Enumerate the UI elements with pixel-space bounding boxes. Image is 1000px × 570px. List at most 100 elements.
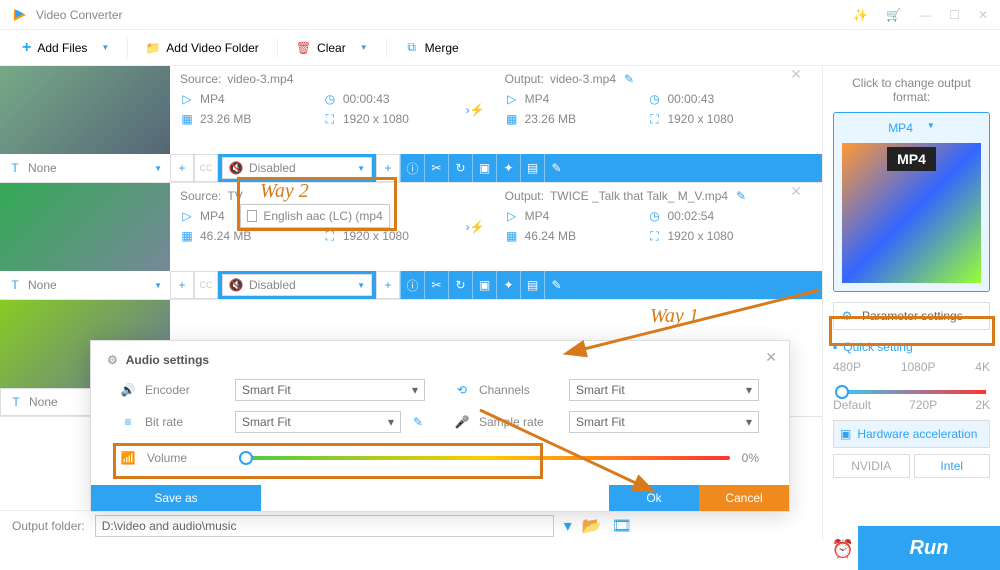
minimize-icon[interactable]: — [919, 8, 931, 22]
remove-item-icon[interactable]: ✕ [780, 183, 812, 271]
merge-button[interactable]: ⧉Merge [391, 37, 473, 59]
list-item: Source: TV ▷MP4 ◷00:02:54 ▦46.24 MB ⛶192… [0, 183, 822, 300]
alarm-icon[interactable]: ⏰ [832, 539, 854, 560]
parameter-settings-button[interactable]: ⚙Parameter settings [833, 302, 990, 330]
resolution-text: 1920 x 1080 [343, 112, 409, 126]
cc-button[interactable]: CC [194, 154, 218, 182]
checkbox-icon[interactable] [247, 210, 257, 222]
app-title: Video Converter [36, 8, 123, 22]
subtitle-value: None [29, 395, 58, 409]
info-icon[interactable]: ⓘ [400, 154, 424, 182]
remove-item-icon[interactable]: ✕ [780, 66, 812, 154]
hardware-accel-button[interactable]: ▣Hardware acceleration [833, 420, 990, 448]
trash-icon: 🗑 [296, 41, 311, 55]
resolution-icon: ⛶ [323, 112, 337, 126]
close-icon[interactable]: ✕ [978, 8, 988, 22]
chevron-down-icon[interactable]: ▾ [564, 516, 572, 536]
intel-button[interactable]: Intel [914, 454, 991, 478]
add-files-button[interactable]: +Add Files▼ [8, 35, 123, 61]
source-label: Source: [180, 189, 221, 203]
rotate-icon[interactable]: ↻ [448, 154, 472, 182]
watermark-icon[interactable]: ▤ [520, 271, 544, 299]
add-folder-button[interactable]: 📁 Add Video Folder [132, 37, 273, 59]
magic-icon[interactable]: ✨ [853, 8, 868, 22]
source-name: TV [227, 189, 242, 203]
footer: Output folder: D:\video and audio\music … [0, 510, 644, 540]
cart-icon[interactable]: 🛒 [886, 8, 901, 22]
size-text: 23.26 MB [525, 112, 576, 126]
crop-icon[interactable]: ▣ [472, 154, 496, 182]
enhance-icon[interactable]: ✎ [544, 154, 568, 182]
channels-icon: ⟲ [455, 383, 469, 397]
samplerate-select[interactable]: Smart Fit▾ [569, 411, 759, 433]
size-text: 46.24 MB [525, 229, 576, 243]
clear-button[interactable]: 🗑Clear▼ [282, 37, 382, 59]
mp4-badge: MP4 [887, 147, 936, 171]
q-1080: 1080P [901, 360, 936, 374]
film-icon[interactable]: 🎞 [612, 516, 632, 536]
enhance-icon[interactable]: ✎ [544, 271, 568, 299]
param-label: Parameter settings [862, 309, 963, 323]
add-folder-label: Add Video Folder [166, 41, 259, 55]
duration-text: 00:00:43 [667, 92, 714, 106]
info-icon[interactable]: ⓘ [400, 271, 424, 299]
subtitle-select[interactable]: TNone▼ [0, 154, 170, 182]
dialog-close-icon[interactable]: ✕ [765, 349, 777, 366]
app-logo-icon [12, 7, 28, 23]
maximize-icon[interactable]: ☐ [949, 8, 960, 22]
cc-button[interactable]: CC [194, 271, 218, 299]
effects-icon[interactable]: ✦ [496, 154, 520, 182]
bitrate-select[interactable]: Smart Fit▾ [235, 411, 401, 433]
q-2k: 2K [975, 398, 990, 412]
add-subtitle-button[interactable]: + [170, 271, 194, 299]
output-folder-path: D:\video and audio\music [102, 519, 237, 533]
nvidia-button[interactable]: NVIDIA [833, 454, 910, 478]
edit-bitrate-icon[interactable]: ✎ [411, 415, 425, 429]
video-thumbnail[interactable] [0, 66, 170, 154]
resolution-text: 1920 x 1080 [343, 229, 409, 243]
save-as-button[interactable]: Save as [91, 485, 261, 511]
duration-text: 00:00:43 [343, 92, 390, 106]
format-text: MP4 [525, 209, 550, 223]
channels-select[interactable]: Smart Fit▾ [569, 379, 759, 401]
add-audio-button[interactable]: + [376, 154, 400, 182]
ok-button[interactable]: Ok [609, 485, 699, 511]
cancel-button[interactable]: Cancel [699, 485, 789, 511]
edit-icon[interactable]: ✎ [622, 72, 636, 86]
cut-icon[interactable]: ✂ [424, 271, 448, 299]
crop-icon[interactable]: ▣ [472, 271, 496, 299]
rotate-icon[interactable]: ↻ [448, 271, 472, 299]
subtitle-select[interactable]: TNone▼ [0, 271, 170, 299]
audio-option-popup[interactable]: English aac (LC) (mp4a / 0 [240, 204, 390, 228]
output-format-card[interactable]: MP4▼ MP4 [833, 112, 990, 292]
clock-icon: ◷ [323, 92, 337, 106]
add-files-label: Add Files [37, 41, 87, 55]
effects-icon[interactable]: ✦ [496, 271, 520, 299]
spacer [261, 485, 609, 511]
quick-setting-label: ▪Quick setting [833, 340, 990, 354]
watermark-icon[interactable]: ▤ [520, 154, 544, 182]
format-name: MP4 [888, 121, 913, 135]
audio-option-text: English aac (LC) (mp4a / 0 [263, 209, 383, 223]
duration-text: 00:02:54 [667, 209, 714, 223]
side-panel: Click to change output format: MP4▼ MP4 … [822, 66, 1000, 540]
quality-slider[interactable] [837, 390, 986, 394]
open-folder-icon[interactable]: 📂 [582, 516, 602, 536]
titlebar: Video Converter ✨ 🛒 — ☐ ✕ [0, 0, 1000, 30]
volume-slider[interactable] [239, 456, 730, 460]
audio-select[interactable]: 🔇Disabled▼ [222, 274, 372, 296]
add-audio-button[interactable]: + [376, 271, 400, 299]
bitrate-label: Bit rate [145, 415, 225, 429]
edit-icon[interactable]: ✎ [734, 189, 748, 203]
run-button[interactable]: Run [858, 526, 1000, 570]
output-label: Output: [505, 72, 544, 86]
volume-value: 0% [742, 451, 759, 465]
source-name: video-3.mp4 [227, 72, 293, 86]
video-thumbnail[interactable] [0, 183, 170, 271]
audio-select[interactable]: 🔇Disabled▼ [222, 157, 372, 179]
encoder-select[interactable]: Smart Fit▾ [235, 379, 425, 401]
add-subtitle-button[interactable]: + [170, 154, 194, 182]
cut-icon[interactable]: ✂ [424, 154, 448, 182]
output-folder-input[interactable]: D:\video and audio\music [95, 515, 554, 537]
folder-icon: 📁 [146, 41, 160, 55]
